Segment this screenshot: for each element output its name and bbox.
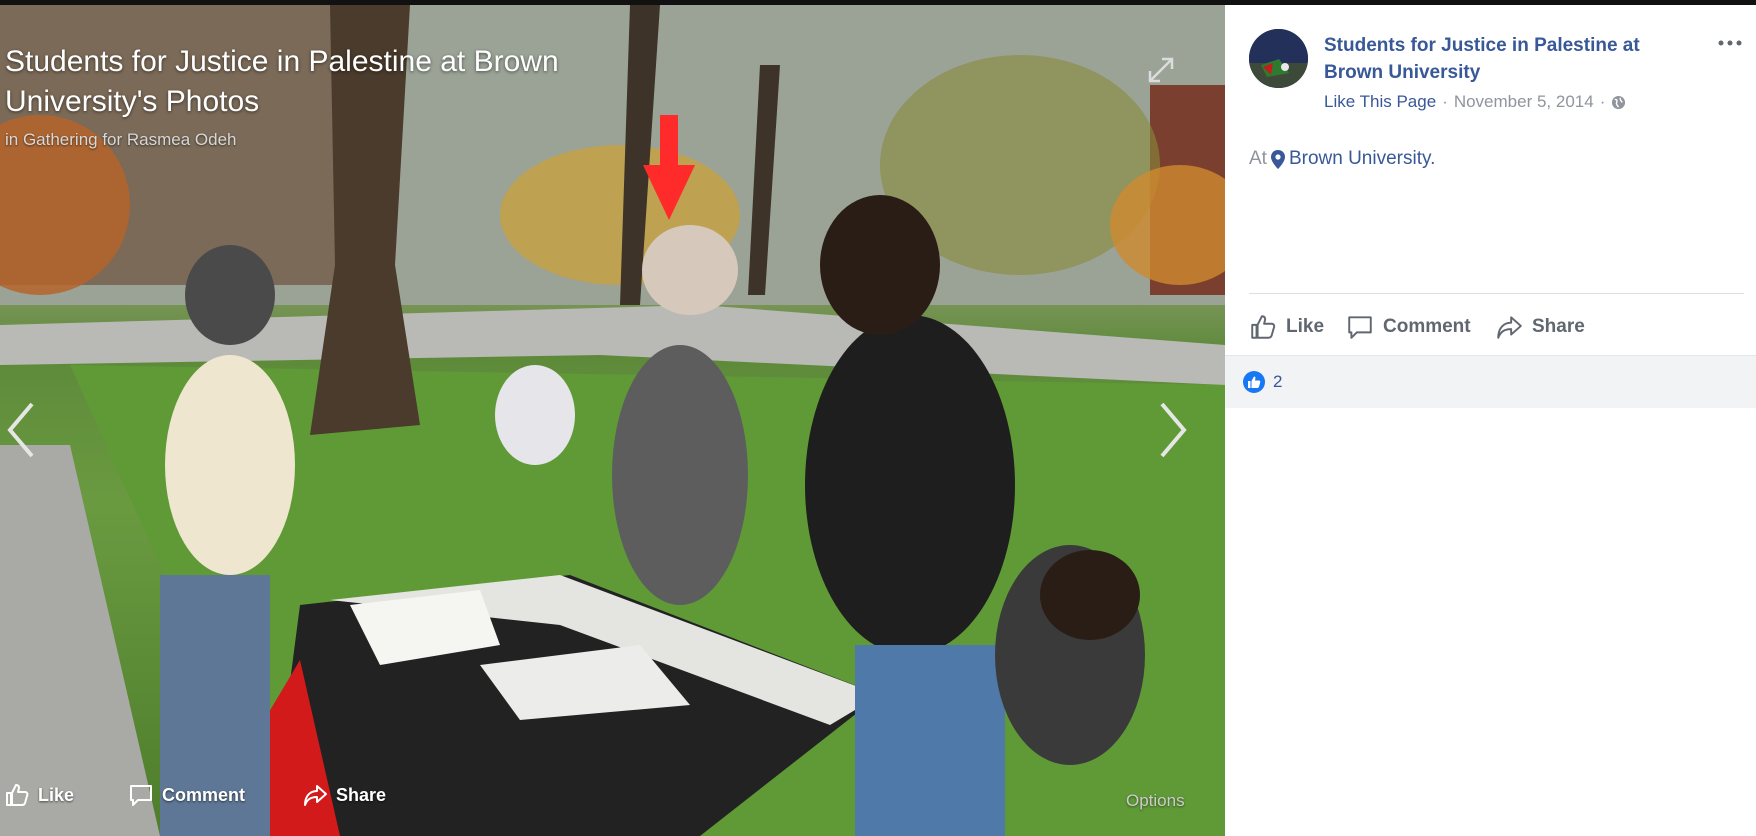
post-date[interactable]: November 5, 2014 [1454, 92, 1594, 112]
expand-icon[interactable] [1146, 55, 1176, 85]
share-label: Share [1532, 316, 1585, 337]
photo-like-label: Like [38, 784, 75, 805]
thumbs-up-icon [1251, 315, 1276, 339]
photo-viewer: Students for Justice in Palestine at Bro… [0, 5, 1225, 836]
like-page-link[interactable]: Like This Page [1324, 92, 1436, 112]
info-panel: Students for Justice in Palestine at Bro… [1225, 5, 1756, 836]
like-reaction-icon [1243, 371, 1265, 393]
divider [1249, 293, 1744, 294]
meta-separator-2: · [1599, 92, 1606, 111]
reactions-bar[interactable]: 2 [1225, 355, 1756, 408]
share-button[interactable]: Share [1495, 313, 1585, 341]
location-line: At Brown University. [1249, 148, 1435, 170]
page-name-link[interactable]: Students for Justice in Palestine at Bro… [1324, 32, 1694, 86]
comment-icon [130, 785, 152, 806]
album-title[interactable]: Students for Justice in Palestine at Bro… [5, 42, 625, 122]
like-button[interactable]: Like [1249, 313, 1324, 341]
photo-comment-label: Comment [162, 784, 246, 805]
thumbs-up-icon [6, 784, 29, 806]
map-pin-icon [1270, 149, 1285, 169]
chevron-right-icon[interactable] [1158, 400, 1190, 460]
photo-share-label: Share [336, 784, 387, 805]
location-prefix: At [1249, 148, 1267, 169]
page-avatar[interactable] [1249, 29, 1308, 88]
globe-icon[interactable] [1611, 95, 1626, 110]
photo-like-button[interactable]: Like [4, 782, 74, 808]
more-options-icon[interactable] [1716, 35, 1744, 51]
location-link[interactable]: Brown University. [1289, 148, 1435, 170]
share-icon [1497, 316, 1522, 339]
post-meta: Like This Page · November 5, 2014 · [1324, 92, 1626, 112]
comment-label: Comment [1383, 316, 1471, 337]
photo-share-button[interactable]: Share [302, 782, 386, 808]
options-link[interactable]: Options [1126, 791, 1185, 811]
comment-button[interactable]: Comment [1346, 313, 1471, 341]
comment-icon [1348, 316, 1372, 339]
meta-separator: · [1442, 92, 1448, 111]
page-avatar-image [1249, 29, 1308, 88]
chevron-left-icon[interactable] [4, 400, 36, 460]
photo-comment-button[interactable]: Comment [128, 782, 245, 808]
reaction-count[interactable]: 2 [1273, 372, 1282, 392]
share-icon [304, 785, 327, 806]
album-subtitle[interactable]: in Gathering for Rasmea Odeh [5, 130, 237, 150]
like-label: Like [1286, 316, 1325, 337]
